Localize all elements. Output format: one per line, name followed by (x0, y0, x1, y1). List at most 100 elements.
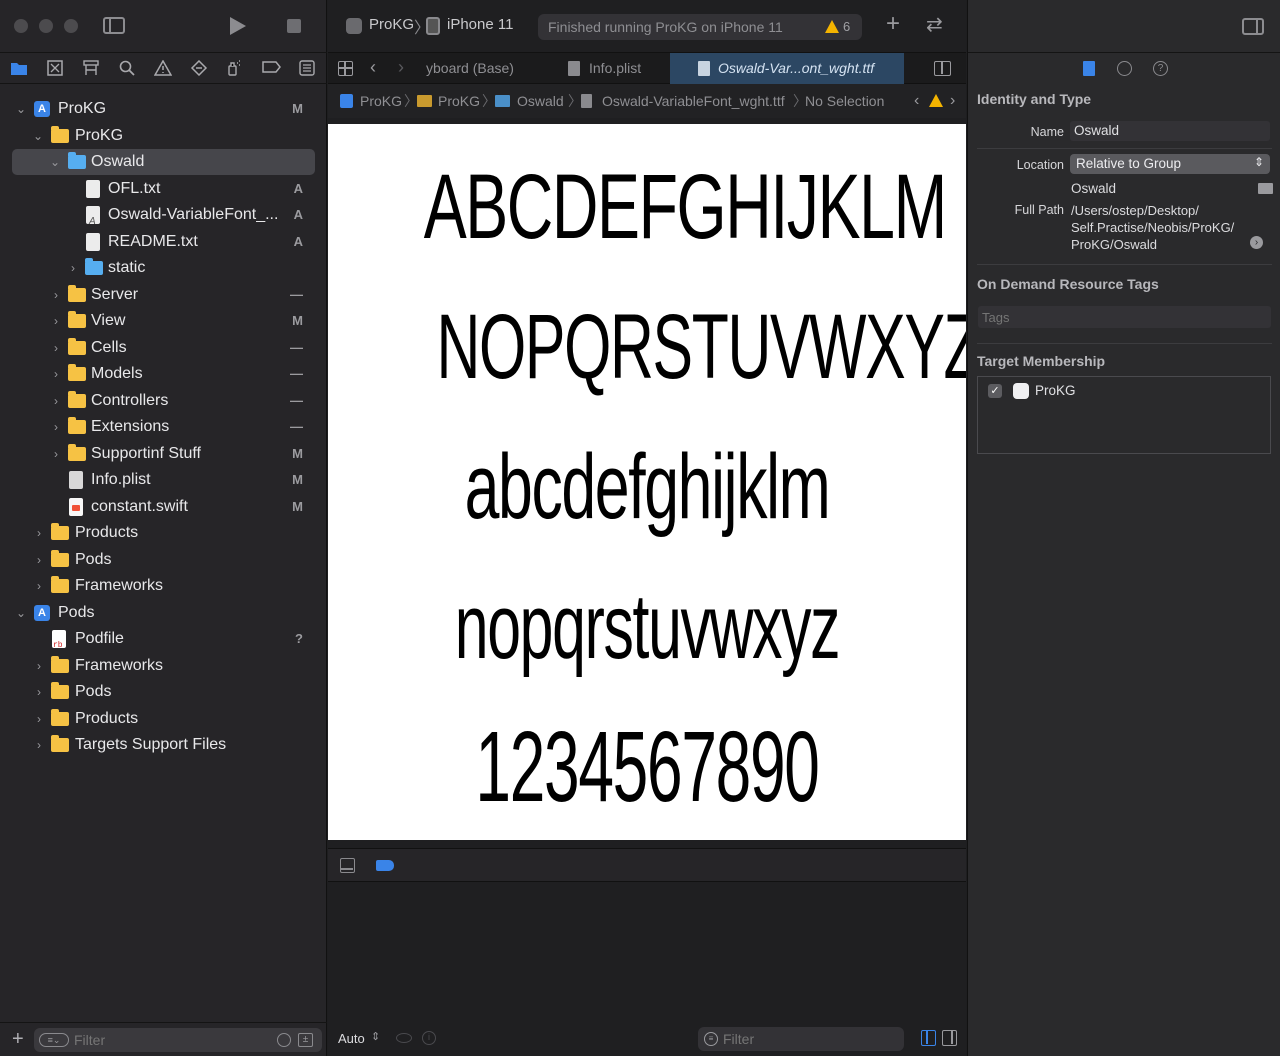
breakpoint-navigator-icon[interactable] (262, 60, 281, 78)
variables-view-mode-select[interactable]: Auto (338, 1031, 365, 1046)
quick-help-icon[interactable]: ? (1153, 61, 1168, 76)
scm-filter-icon[interactable]: ± (298, 1033, 313, 1047)
name-field[interactable]: Oswald (1070, 121, 1270, 141)
chevron-down-icon[interactable]: ⌄ (49, 149, 61, 175)
stop-button[interactable] (287, 19, 301, 33)
source-control-navigator-icon[interactable] (46, 60, 64, 78)
run-button[interactable] (230, 17, 246, 35)
navigator-filter-field[interactable]: ≡⌄ ± (34, 1028, 322, 1052)
scheme-selector[interactable]: ProKG (369, 16, 414, 33)
hide-debug-area-icon[interactable] (340, 858, 355, 873)
eye-icon[interactable] (396, 1033, 412, 1043)
reveal-in-finder-arrow-icon[interactable]: › (1250, 236, 1263, 249)
tree-item-prokg-group[interactable]: ⌄ ProKG (0, 123, 327, 149)
activity-status-pill[interactable]: Finished running ProKG on iPhone 11 6 (538, 14, 862, 40)
chevron-right-icon[interactable]: › (33, 520, 45, 546)
tree-item-models[interactable]: › Models — (0, 361, 327, 387)
forward-chevron-icon[interactable]: › (398, 57, 404, 78)
chevron-right-icon[interactable]: › (50, 282, 62, 308)
warning-icon[interactable] (825, 20, 839, 33)
chevron-right-icon[interactable]: › (50, 335, 62, 361)
split-editor-icon[interactable] (934, 61, 951, 76)
target-checkbox[interactable]: ✓ (988, 384, 1002, 398)
chevron-down-icon[interactable]: ⌄ (15, 600, 27, 626)
chevron-right-icon[interactable]: › (33, 679, 45, 705)
chevron-right-icon[interactable]: › (33, 653, 45, 679)
tree-item-pods-project[interactable]: ⌄ A Pods (0, 600, 327, 626)
zoom-window-button[interactable] (64, 19, 78, 33)
jumpbar-item-group[interactable]: ProKG (438, 84, 480, 118)
add-library-plus-icon[interactable]: + (886, 10, 900, 38)
next-issue-chevron-icon[interactable]: › (950, 84, 955, 118)
location-popup[interactable]: Relative to Group ⇕ (1070, 154, 1270, 174)
jumpbar-item-font-file[interactable]: Oswald-VariableFont_wght.ttf (602, 84, 785, 118)
tree-item-constant-swift[interactable]: constant.swift M (0, 494, 327, 520)
filter-options-icon[interactable]: ≡⌄ (39, 1033, 69, 1047)
project-navigator-folder-icon[interactable] (10, 60, 28, 78)
debug-navigator-spray-icon[interactable] (226, 60, 244, 78)
tab-info-plist[interactable]: Info.plist (546, 53, 670, 84)
tree-item-server[interactable]: › Server — (0, 282, 327, 308)
tags-input[interactable] (982, 307, 1262, 327)
chevron-right-icon[interactable]: › (50, 414, 62, 440)
tree-item-readme-txt[interactable]: README.txt A (0, 229, 327, 255)
info-icon[interactable]: i (422, 1031, 436, 1045)
chevron-right-icon[interactable]: › (50, 361, 62, 387)
tree-item-pods-products[interactable]: › Products (0, 706, 327, 732)
back-chevron-icon[interactable]: ‹ (370, 57, 376, 78)
chevron-right-icon[interactable]: › (33, 573, 45, 599)
tree-item-static[interactable]: › static (0, 255, 327, 281)
test-navigator-diamond-icon[interactable] (190, 59, 208, 78)
jumpbar-item-project[interactable]: ProKG (360, 84, 402, 118)
jumpbar-item-selection[interactable]: No Selection (805, 84, 884, 118)
close-window-button[interactable] (14, 19, 28, 33)
tree-item-pods-frameworks[interactable]: › Frameworks (0, 653, 327, 679)
tree-item-ofl-txt[interactable]: OFL.txt A (0, 176, 327, 202)
minimize-window-button[interactable] (39, 19, 53, 33)
tree-item-products[interactable]: › Products (0, 520, 327, 546)
history-inspector-clock-icon[interactable] (1117, 61, 1132, 76)
related-items-grid-icon[interactable] (338, 61, 353, 76)
tab-oswald-font[interactable]: Oswald-Var...ont_wght.ttf (670, 53, 904, 84)
tags-field[interactable] (978, 306, 1271, 328)
show-console-view-icon[interactable] (942, 1030, 957, 1046)
tree-item-supportinf-stuff[interactable]: › Supportinf Stuff M (0, 441, 327, 467)
add-file-button[interactable]: + (12, 1028, 24, 1050)
reveal-folder-icon[interactable] (1258, 183, 1273, 194)
tree-item-cells[interactable]: › Cells — (0, 335, 327, 361)
tree-item-prokg-project[interactable]: ⌄ A ProKG M (0, 96, 327, 122)
console-filter-input[interactable] (723, 1029, 893, 1049)
jumpbar-item-oswald[interactable]: Oswald (517, 84, 564, 118)
tree-item-view[interactable]: › View M (0, 308, 327, 334)
tree-item-oswald-selected[interactable]: ⌄ Oswald (12, 149, 315, 175)
tree-item-pods-pods[interactable]: › Pods (0, 679, 327, 705)
toggle-inspector-icon[interactable] (1242, 18, 1264, 35)
chevron-right-icon[interactable]: › (33, 732, 45, 758)
code-review-swap-icon[interactable]: ⇄ (926, 12, 943, 37)
tree-item-extensions[interactable]: › Extensions — (0, 414, 327, 440)
device-selector[interactable]: iPhone 11 (447, 16, 513, 33)
tree-item-pods[interactable]: › Pods (0, 547, 327, 573)
breakpoints-toggle-icon[interactable] (376, 860, 394, 871)
issue-navigator-warning-icon[interactable] (153, 59, 173, 78)
file-inspector-icon[interactable] (1083, 61, 1095, 76)
show-variables-view-icon[interactable] (921, 1030, 936, 1046)
chevron-right-icon[interactable]: › (50, 388, 62, 414)
tree-item-podfile[interactable]: Podfile ? (0, 626, 327, 659)
tree-item-targets-support-files[interactable]: › Targets Support Files (0, 732, 327, 758)
chevron-down-icon[interactable]: ⌄ (15, 96, 27, 122)
report-navigator-icon[interactable] (298, 60, 316, 78)
search-icon[interactable] (118, 60, 136, 78)
symbol-navigator-icon[interactable] (82, 60, 100, 78)
navigator-filter-input[interactable] (74, 1030, 264, 1050)
tree-item-info-plist[interactable]: Info.plist M (0, 467, 327, 493)
tree-item-frameworks[interactable]: › Frameworks (0, 573, 327, 599)
tab-storyboard[interactable]: yboard (Base) (426, 53, 534, 84)
chevron-right-icon[interactable]: › (50, 308, 62, 334)
chevron-right-icon[interactable]: › (33, 706, 45, 732)
console-filter-field[interactable]: ≡ (698, 1027, 904, 1051)
sidebar-toggle-icon[interactable] (103, 17, 125, 34)
chevron-right-icon[interactable]: › (67, 255, 79, 281)
recent-files-clock-icon[interactable] (277, 1033, 291, 1047)
chevron-down-icon[interactable]: ⌄ (32, 123, 44, 149)
